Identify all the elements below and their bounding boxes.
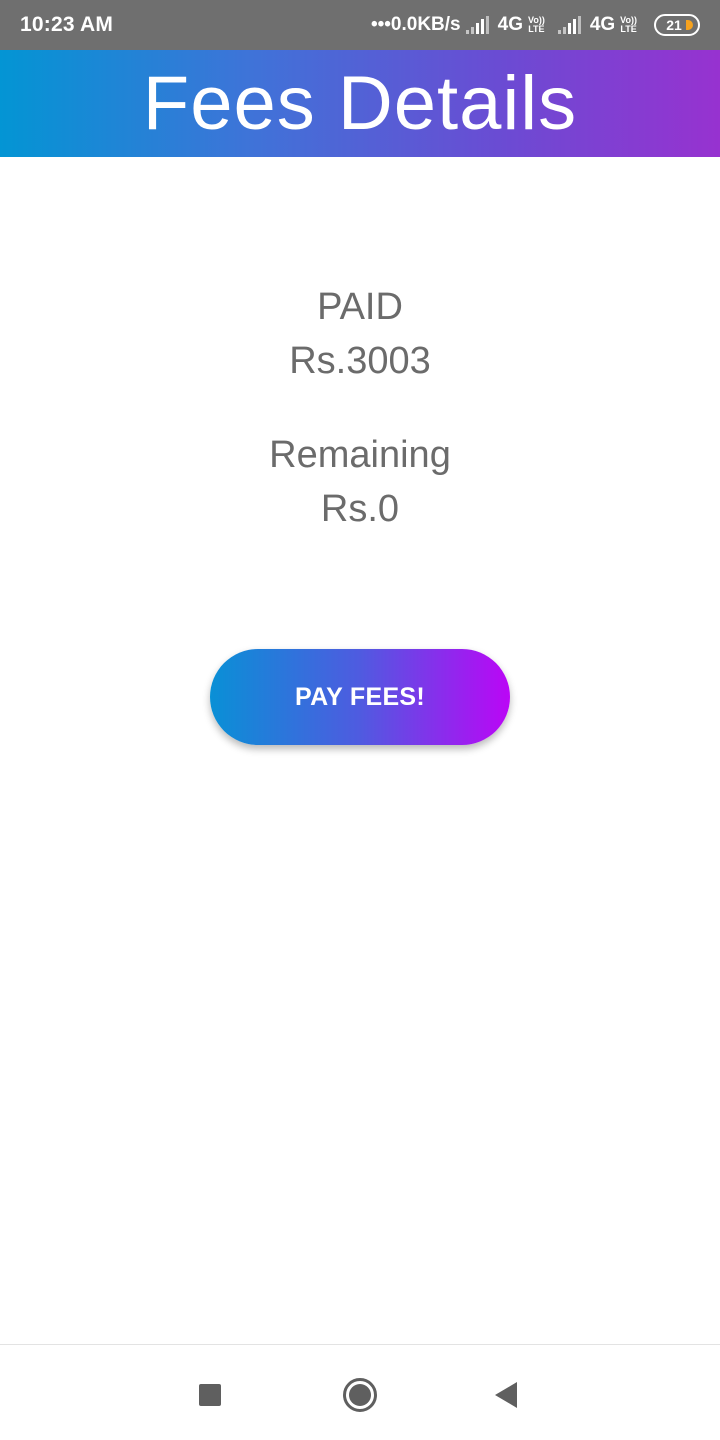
battery-level: 21: [666, 17, 682, 33]
back-button[interactable]: [486, 1375, 526, 1415]
paid-amount: Rs.3003: [289, 340, 431, 382]
circle-icon: [343, 1378, 377, 1412]
app-header: Fees Details: [0, 50, 720, 157]
home-button[interactable]: [340, 1375, 380, 1415]
status-bar: 10:23 AM •••0.0KB/s 4G Vo)) LTE 4G Vo)) …: [0, 0, 720, 50]
volte-icon-2: Vo)) LTE: [620, 16, 637, 34]
status-time: 10:23 AM: [20, 13, 114, 36]
remaining-section: Remaining Rs.0: [0, 428, 720, 536]
network-speed: •••0.0KB/s: [370, 14, 461, 35]
remaining-amount: Rs.0: [320, 488, 400, 530]
sim1-network-type: 4G: [497, 14, 523, 35]
signal-strength-icon: [465, 16, 489, 34]
triangle-icon: [495, 1382, 517, 1408]
square-icon: [199, 1384, 221, 1406]
volte-bottom: LTE: [528, 24, 545, 34]
pay-fees-button[interactable]: PAY FEES!: [210, 649, 510, 745]
sim2-network-type: 4G: [589, 14, 616, 35]
paid-label: PAID: [317, 286, 403, 328]
volte-bottom-2: LTE: [620, 24, 637, 34]
remaining-label: Remaining: [269, 434, 451, 476]
status-indicators: •••0.0KB/s 4G Vo)) LTE 4G Vo)) LTE 21: [371, 14, 700, 36]
battery-icon: 21: [654, 14, 700, 36]
page-title: Fees Details: [142, 61, 578, 146]
signal-strength-icon-2: [557, 16, 581, 34]
volte-icon: Vo)) LTE: [528, 16, 545, 34]
paid-section: PAID Rs.3003: [0, 280, 720, 388]
system-navigation-bar: [0, 1344, 720, 1440]
recents-button[interactable]: [190, 1375, 230, 1415]
